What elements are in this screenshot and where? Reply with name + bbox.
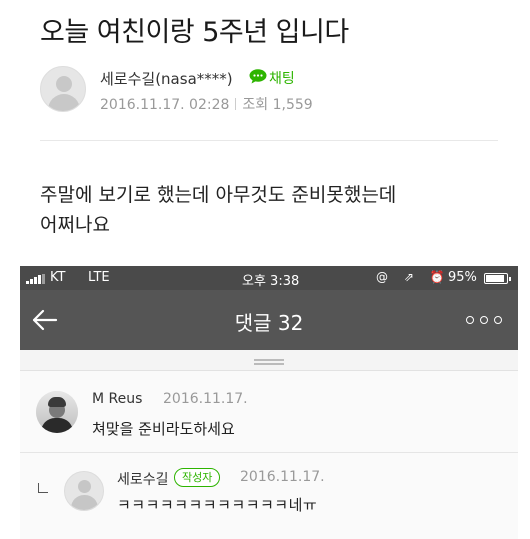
- reply-author-name[interactable]: 세로수길: [117, 469, 169, 489]
- avatar-hair-shape: [48, 397, 66, 407]
- comment-list: M Reus 2016.11.17. 쳐맞을 준비라도하세요 세로수길 작성자 …: [20, 370, 518, 539]
- chat-link[interactable]: 채팅: [269, 68, 295, 88]
- commenter-avatar[interactable]: [36, 391, 78, 433]
- post-meta: 2016.11.17. 02:28 조회 1,559: [100, 94, 313, 114]
- reply-indicator-icon: [38, 483, 48, 493]
- carrier-label: KT: [50, 270, 66, 285]
- signal-strength-icon: [26, 274, 48, 284]
- view-count: 조회 1,559: [242, 97, 313, 113]
- reply-author-avatar[interactable]: [64, 471, 104, 511]
- commenter-name[interactable]: M Reus: [92, 391, 142, 407]
- post-body-line: 어쩌나요: [40, 214, 110, 236]
- header-divider: [40, 140, 498, 141]
- battery-percent: 95%: [448, 270, 477, 285]
- post-date: 2016.11.17. 02:28: [100, 97, 230, 113]
- status-time: 오후 3:38: [242, 274, 300, 289]
- status-icons: @ ⇗ ⏰: [376, 270, 451, 284]
- drag-handle[interactable]: [254, 359, 284, 365]
- comment-item: M Reus 2016.11.17. 쳐맞을 준비라도하세요: [20, 381, 518, 453]
- battery-icon: [484, 273, 511, 284]
- comments-nav-bar: 댓글 32: [20, 290, 518, 350]
- more-options-icon[interactable]: [466, 314, 508, 326]
- post-body-line: 주말에 보기로 했는데 아무것도 준비못했는데: [40, 184, 397, 206]
- reply-text: ㅋㅋㅋㅋㅋㅋㅋㅋㅋㅋㅋㅋ네ㅠ: [117, 496, 318, 514]
- chat-bubble-icon[interactable]: [249, 69, 267, 84]
- embedded-phone-screenshot: KT LTE 오후 3:38 @ ⇗ ⏰ 95% 댓글 32 M Reus 20…: [20, 266, 518, 539]
- network-type: LTE: [88, 270, 110, 285]
- author-badge: 작성자: [174, 468, 221, 487]
- reply-date: 2016.11.17.: [240, 469, 325, 485]
- meta-separator: [235, 98, 237, 110]
- comments-title: 댓글 32: [234, 311, 304, 335]
- comment-date: 2016.11.17.: [163, 391, 248, 407]
- avatar-head-shape: [78, 480, 91, 493]
- post-body: 주말에 보기로 했는데 아무것도 준비못했는데 어쩌나요: [40, 180, 500, 240]
- comment-text: 쳐맞을 준비라도하세요: [92, 420, 235, 438]
- avatar-body-shape: [71, 495, 98, 510]
- avatar-body-shape: [48, 94, 80, 111]
- post-title: 오늘 여친이랑 5주년 입니다: [40, 17, 349, 48]
- author-name[interactable]: 세로수길(nasa****): [100, 68, 233, 89]
- avatar-head-shape: [56, 76, 72, 92]
- author-avatar[interactable]: [40, 66, 86, 112]
- author-block: 세로수길(nasa****) 채팅 2016.11.17. 02:28 조회 1,…: [40, 64, 500, 124]
- reply-item: 세로수길 작성자 2016.11.17. ㅋㅋㅋㅋㅋㅋㅋㅋㅋㅋㅋㅋ네ㅠ: [20, 467, 518, 527]
- status-bar: KT LTE 오후 3:38 @ ⇗ ⏰ 95%: [20, 266, 518, 290]
